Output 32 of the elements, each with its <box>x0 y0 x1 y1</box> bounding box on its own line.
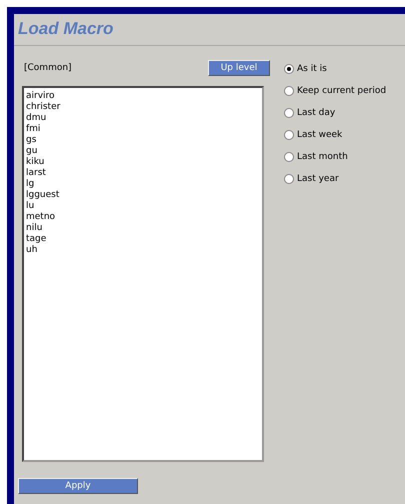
apply-button[interactable]: Apply <box>18 478 138 494</box>
radio-label: Last month <box>297 151 348 164</box>
list-item[interactable]: tage <box>26 234 46 245</box>
list-item[interactable]: lgguest <box>26 190 60 201</box>
folder-label: [Common] <box>24 63 72 73</box>
up-level-button[interactable]: Up level <box>208 60 270 76</box>
list-item[interactable]: kiku <box>26 157 44 168</box>
list-item[interactable]: fmi <box>26 124 40 135</box>
list-item[interactable]: larst <box>26 168 46 179</box>
list-item[interactable]: dmu <box>26 113 46 124</box>
radio-button[interactable] <box>284 64 294 74</box>
list-item[interactable]: uh <box>26 245 38 256</box>
list-item[interactable]: lg <box>26 179 34 190</box>
list-item[interactable]: metno <box>26 212 56 223</box>
radio-label: Last year <box>297 173 339 186</box>
radio-button[interactable] <box>284 86 294 96</box>
radio-button[interactable] <box>284 152 294 162</box>
radio-button[interactable] <box>284 108 294 118</box>
radio-label: Keep current period <box>297 85 386 98</box>
dialog-title: Load Macro <box>14 14 405 46</box>
radio-button[interactable] <box>284 130 294 140</box>
radio-button[interactable] <box>284 174 294 184</box>
radio-label: Last day <box>297 107 336 120</box>
list-item[interactable]: lu <box>26 201 34 212</box>
macro-list[interactable]: airviro christer dmu fmi gs gu kiku larst lg lgguest lu metno nilu tage uh <box>22 86 264 462</box>
list-item[interactable]: gu <box>26 146 38 157</box>
list-item[interactable]: christer <box>26 102 60 113</box>
list-item[interactable]: gs <box>26 135 36 146</box>
list-item[interactable]: airviro <box>26 91 55 102</box>
radio-label: Last week <box>297 129 342 142</box>
radio-label: As it is <box>297 63 327 76</box>
list-item[interactable]: nilu <box>26 223 42 234</box>
